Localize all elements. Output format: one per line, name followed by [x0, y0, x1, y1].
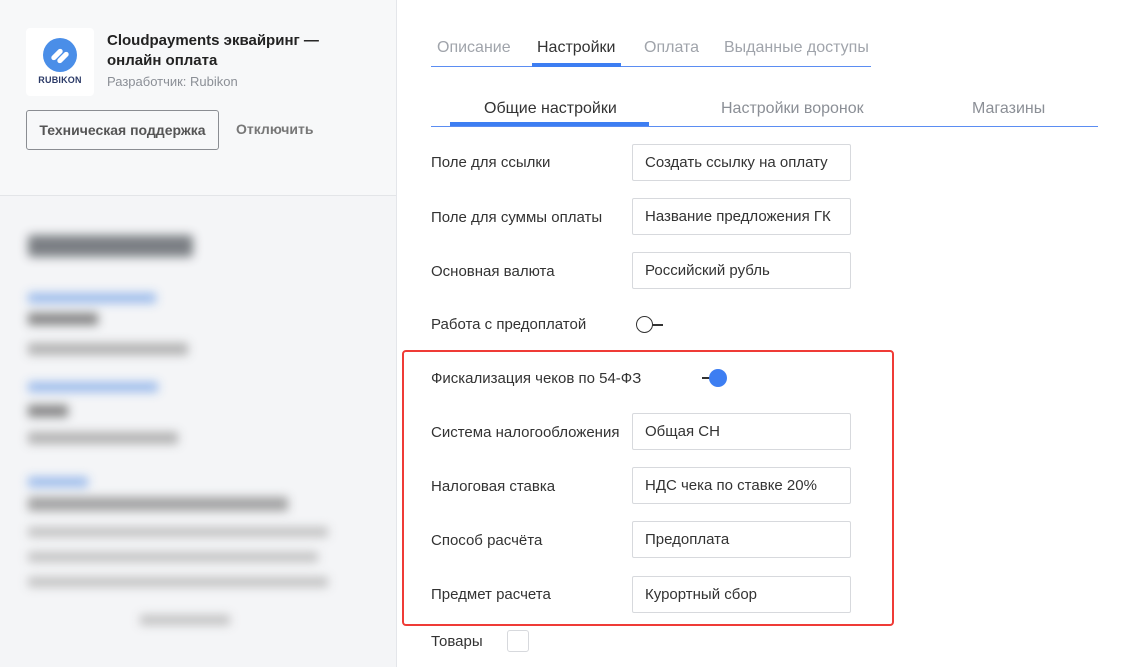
tax-rate-label: Налоговая ставка	[431, 478, 556, 495]
active-subtab-indicator	[450, 122, 649, 126]
tax-rate-select[interactable]: НДС чека по ставке 20%	[632, 467, 851, 504]
tab-payment[interactable]: Оплата	[644, 39, 699, 57]
support-button[interactable]: Техническая поддержка	[26, 110, 219, 150]
currency-label: Основная валюта	[431, 263, 555, 280]
goods-label: Товары	[431, 633, 483, 650]
payment-method-select[interactable]: Предоплата	[632, 521, 851, 558]
main-tabs: Описание Настройки Оплата Выданные досту…	[431, 34, 871, 67]
payment-method-label: Способ расчёта	[431, 532, 543, 549]
rubikon-logo: RUBIKON	[26, 28, 94, 96]
tax-system-select[interactable]: Общая СН	[632, 413, 851, 450]
tab-settings[interactable]: Настройки	[537, 39, 615, 57]
app-card: RUBIKON Cloudpayments эквайринг — онлайн…	[0, 0, 396, 196]
link-field-select[interactable]: Создать ссылку на оплату	[632, 144, 851, 181]
payment-subject-select[interactable]: Курортный сбор	[632, 576, 851, 613]
payment-subject-label: Предмет расчета	[431, 586, 551, 603]
fiscal-label: Фискализация чеков по 54-ФЗ	[431, 370, 642, 387]
app-title: Cloudpayments эквайринг — онлайн оплата	[107, 32, 319, 69]
disable-button[interactable]: Отключить	[236, 121, 313, 137]
app-sidebar: RUBIKON Cloudpayments эквайринг — онлайн…	[0, 0, 397, 667]
subtab-general[interactable]: Общие настройки	[484, 100, 617, 118]
goods-checkbox[interactable]	[507, 630, 529, 652]
subtab-funnels[interactable]: Настройки воронок	[721, 100, 864, 118]
subtab-shops[interactable]: Магазины	[972, 100, 1045, 118]
fiscal-toggle[interactable]	[700, 368, 730, 388]
link-field-label: Поле для ссылки	[431, 154, 551, 171]
prepay-label: Работа с предоплатой	[431, 316, 587, 333]
tax-system-label: Система налогообложения	[431, 424, 620, 441]
amount-field-select[interactable]: Название предложения ГК	[632, 198, 851, 235]
prepay-toggle[interactable]	[635, 315, 665, 335]
amount-field-label: Поле для суммы оплаты	[431, 209, 603, 226]
tab-granted-access[interactable]: Выданные доступы	[724, 39, 869, 57]
currency-select[interactable]: Российский рубль	[632, 252, 851, 289]
logo-text: RUBIKON	[38, 75, 82, 85]
active-tab-indicator	[532, 63, 621, 67]
blurred-content	[0, 197, 396, 667]
tab-description[interactable]: Описание	[437, 39, 511, 57]
app-developer: Разработчик: Rubikon	[107, 74, 238, 89]
rubikon-logo-icon	[43, 38, 77, 72]
